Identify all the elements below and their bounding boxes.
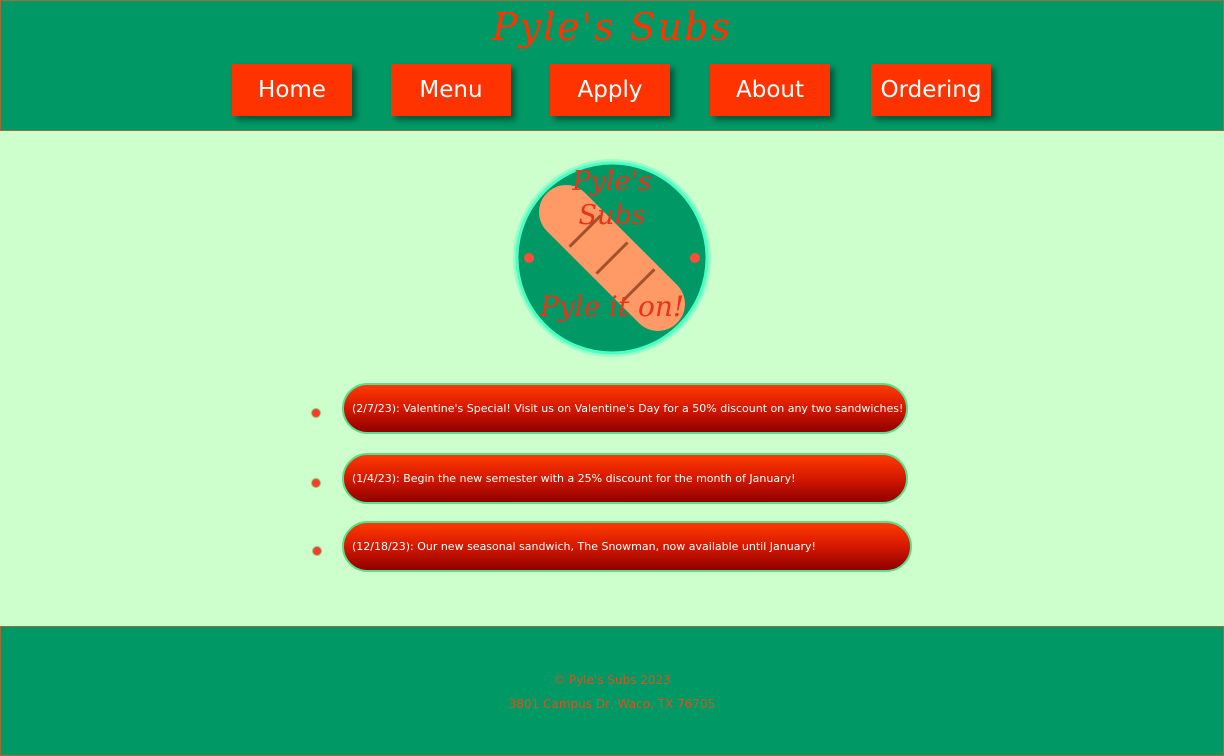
logo-dot-left-icon — [524, 253, 534, 263]
bullet-icon — [311, 408, 321, 418]
nav-about-button[interactable]: About — [710, 64, 830, 116]
nav-menu-button[interactable]: Menu — [391, 64, 511, 116]
news-item: (12/18/23): Our new seasonal sandwich, T… — [342, 521, 912, 572]
site-title: Pyle's Subs — [491, 5, 733, 49]
logo-emblem: Pyle's Subs Pyle it on! — [513, 159, 711, 357]
logo-slogan: Pyle it on! — [539, 290, 684, 323]
logo-line1: Pyle's — [571, 166, 651, 197]
bullet-icon — [312, 546, 322, 556]
site-footer: © Pyle's Subs 2023 3801 Campus Dr, Waco,… — [0, 626, 1224, 756]
footer-copyright: © Pyle's Subs 2023 — [553, 673, 671, 687]
logo-dot-right-icon — [690, 253, 700, 263]
news-item: (1/4/23): Begin the new semester with a … — [342, 453, 908, 504]
bullet-icon — [311, 478, 321, 488]
footer-address: 3801 Campus Dr, Waco, TX 76705 — [508, 697, 716, 711]
logo-line2: Subs — [578, 200, 645, 231]
nav-ordering-button[interactable]: Ordering — [871, 64, 991, 116]
nav-apply-button[interactable]: Apply — [550, 64, 670, 116]
nav-home-button[interactable]: Home — [232, 64, 352, 116]
news-item: (2/7/23): Valentine's Special! Visit us … — [342, 383, 908, 434]
site-header: Pyle's Subs Home Menu Apply About Orderi… — [0, 0, 1224, 131]
